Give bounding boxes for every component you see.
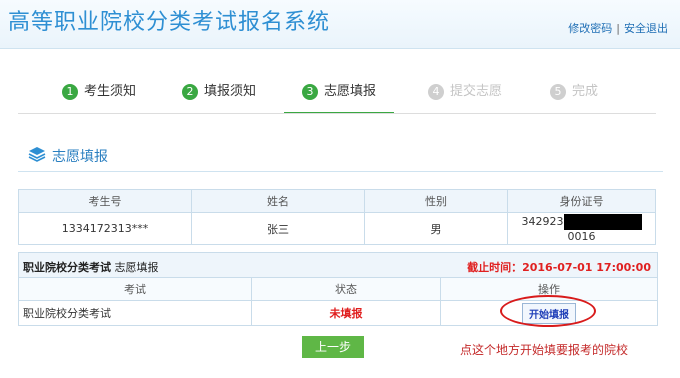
step-3: 3 志愿填报 [284, 78, 395, 114]
step-number: 2 [182, 84, 198, 100]
table-header-row: 考生号 姓名 性别 身份证号 [18, 189, 656, 213]
step-label: 填报须知 [204, 84, 257, 99]
section-divider [18, 171, 663, 172]
step-number: 3 [302, 84, 318, 100]
highlight-circle [500, 294, 596, 327]
redaction-block [563, 214, 642, 230]
column-header: 姓名 [191, 189, 365, 213]
step-4: 4 提交志愿 [428, 78, 502, 114]
table-row: 1334172313*** 张三 男 3429230016 [18, 212, 656, 245]
step-2: 2 填报须知 [182, 78, 256, 114]
column-header: 性别 [364, 189, 508, 213]
action-cell: 开始填报 [440, 294, 657, 327]
step-number: 5 [550, 84, 566, 100]
link-separator: | [616, 22, 620, 35]
column-header: 考试 [19, 278, 252, 301]
id-prefix: 342923 [521, 215, 564, 228]
exam-box-header: 职业院校分类考试 志愿填报 截止时间：2016-07-01 17:00:00 [19, 253, 657, 278]
header-links: 修改密码 | 安全退出 [568, 20, 668, 36]
section-heading: 志愿填报 [28, 146, 108, 166]
status-cell: 未填报 [251, 300, 441, 325]
id-number-cell: 3429230016 [507, 212, 656, 245]
step-number: 1 [62, 84, 78, 100]
gender-cell: 男 [364, 212, 508, 245]
step-wizard: 1 考生须知 2 填报须知 3 志愿填报 4 提交志愿 5 完成 [40, 78, 640, 114]
exam-box-heading-bold: 职业院校分类考试 [23, 261, 111, 274]
name-cell: 张三 [191, 212, 365, 245]
annotation-note: 点这个地方开始填要报考的院校 [460, 343, 629, 357]
exam-box-heading-rest: 志愿填报 [111, 261, 159, 274]
previous-step-button[interactable]: 上一步 [302, 336, 364, 358]
id-suffix: 0016 [567, 230, 596, 243]
exam-box-heading: 职业院校分类考试 志愿填报 [23, 259, 159, 275]
exam-box: 职业院校分类考试 志愿填报 截止时间：2016-07-01 17:00:00 考… [18, 252, 658, 327]
column-header: 状态 [251, 278, 441, 301]
header-bar: 高等职业院校分类考试报名系统 修改密码 | 安全退出 [0, 0, 680, 49]
step-label: 志愿填报 [324, 84, 377, 99]
steps-divider [18, 113, 656, 114]
student-info-table: 考生号 姓名 性别 身份证号 1334172313*** 张三 男 342923… [18, 189, 656, 245]
column-header: 考生号 [18, 189, 192, 213]
step-1: 1 考生须知 [62, 78, 136, 114]
exam-number-cell: 1334172313*** [18, 212, 192, 245]
section-title: 志愿填报 [52, 149, 108, 165]
action-wrapper: 开始填报 [500, 294, 596, 327]
table-row: 职业院校分类考试 未填报 开始填报 [19, 294, 657, 327]
change-password-link[interactable]: 修改密码 [568, 22, 612, 35]
deadline-text: 截止时间：2016-07-01 17:00:00 [467, 261, 651, 274]
step-label: 提交志愿 [450, 84, 503, 99]
step-5: 5 完成 [550, 78, 598, 114]
app-title: 高等职业院校分类考试报名系统 [8, 10, 331, 35]
step-number: 4 [428, 84, 444, 100]
step-label: 完成 [572, 84, 599, 99]
layers-icon [28, 146, 46, 166]
column-header: 身份证号 [507, 189, 656, 213]
logout-link[interactable]: 安全退出 [624, 22, 668, 35]
step-label: 考生须知 [84, 84, 137, 99]
exam-name-cell: 职业院校分类考试 [19, 300, 252, 325]
exam-table: 考试 状态 操作 职业院校分类考试 未填报 开始填报 [19, 278, 657, 327]
